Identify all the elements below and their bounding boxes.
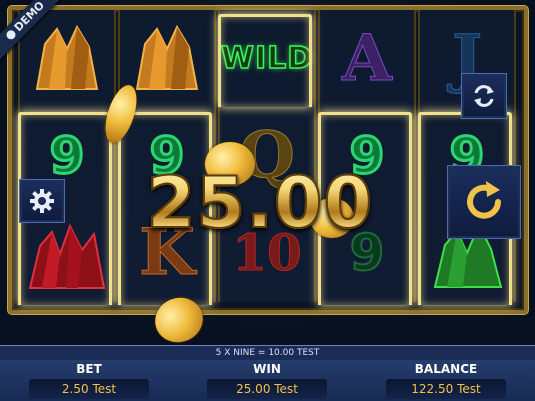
settings-button[interactable] [20,180,64,222]
autoplay-button[interactable] [462,74,506,118]
bet-panel[interactable]: BET 2.50 Test [0,361,178,400]
balance-value: 122.50 Test [386,379,506,399]
settings-gear-icon [30,189,54,213]
win-label: WIN [253,362,281,376]
win-panel: WIN 25.00 Test [178,361,356,400]
balance-panel: BALANCE 122.50 Test [357,361,535,400]
symbol-ace: A [342,21,393,97]
win-value: 25.00 Test [207,379,327,399]
bet-label: BET [76,362,102,376]
autoplay-icon [474,85,494,107]
balance-label: BALANCE [414,362,478,376]
spin-button[interactable] [448,166,520,238]
win-info-line: 5 X NINE = 10.00 TEST [0,346,535,360]
demo-icon [4,28,18,42]
win-amount-overlay: 25.00 [120,158,400,248]
win-highlight-wild [218,14,312,107]
bet-value: 2.50 Test [29,379,149,399]
spin-icon [467,181,501,219]
